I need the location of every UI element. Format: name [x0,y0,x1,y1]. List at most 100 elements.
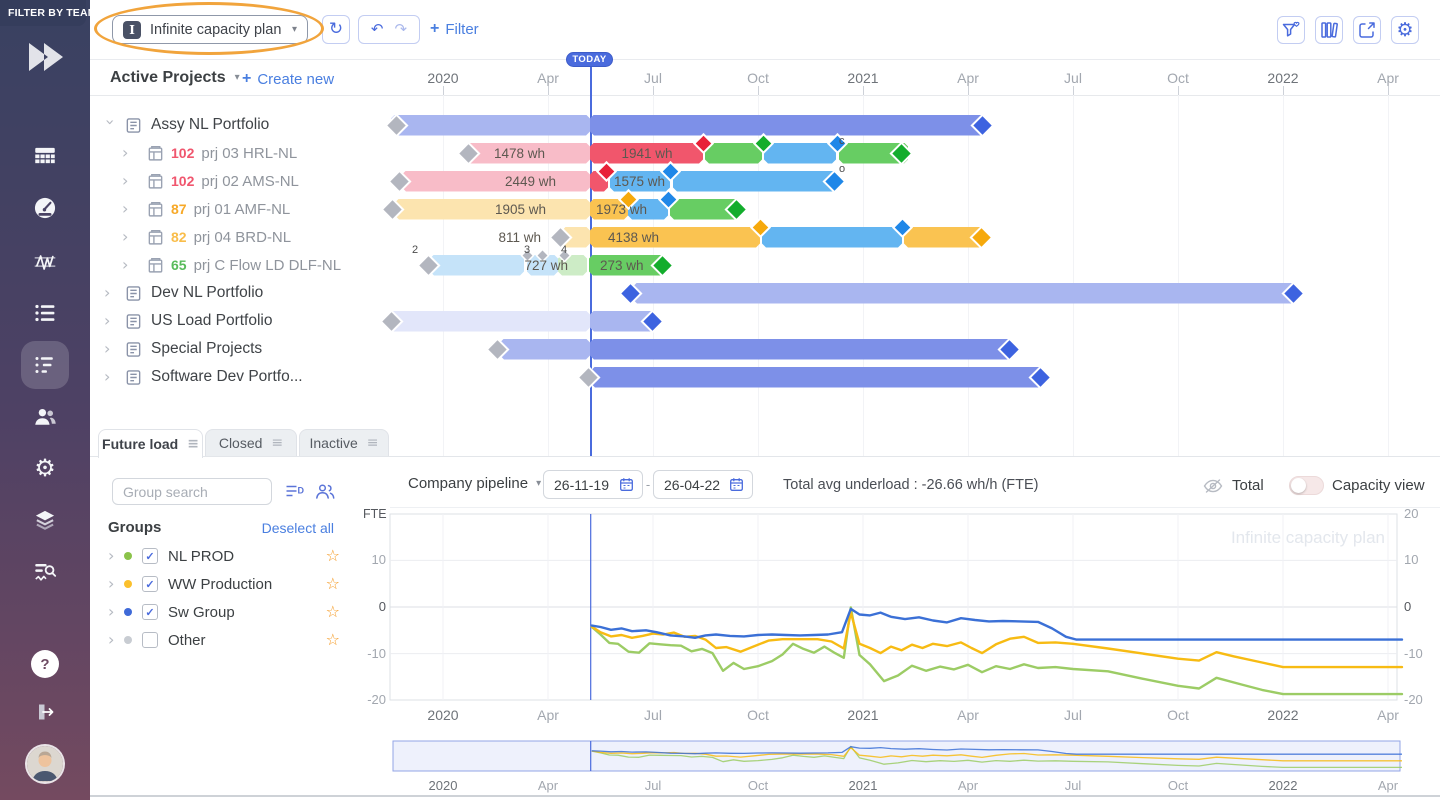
gantt-bar[interactable] [705,143,762,164]
capacity-view-toggle[interactable] [1289,476,1324,495]
gantt-bar[interactable] [762,227,902,248]
total-toggle[interactable]: Total [1203,477,1264,494]
group-row-nl-prod[interactable]: ›✓NL PROD☆ [108,544,340,568]
tree-row[interactable]: ›Assy NL Portfolio [96,112,269,138]
chevron-right-icon[interactable]: › [104,341,116,357]
chevron-right-icon[interactable]: › [104,285,116,301]
chevron-right-icon[interactable]: › [108,604,120,620]
sidebar-item-schedule[interactable] [21,132,69,180]
chevron-right-icon[interactable]: › [122,173,134,189]
deselect-all-link[interactable]: Deselect all [250,520,334,536]
help-button[interactable]: ? [31,650,59,678]
list-search-icon [32,559,58,585]
chevron-right-icon[interactable]: › [122,201,134,217]
reports-button[interactable] [1315,16,1343,44]
group-row-ww-production[interactable]: ›✓WW Production☆ [108,572,340,596]
gantt-bar[interactable] [590,115,985,136]
tick-mark [443,86,444,95]
create-new-button[interactable]: + Create new [242,70,334,88]
timeline-label: Apr [957,70,979,86]
group-row-sw-group[interactable]: ›✓Sw Group☆ [108,600,340,624]
favorite-star-icon[interactable]: ☆ [326,576,340,592]
gantt-bar[interactable] [764,143,836,164]
group-checkbox[interactable] [142,632,158,648]
app-logo[interactable] [19,36,71,83]
group-checkbox[interactable]: ✓ [142,604,158,620]
refresh-button[interactable]: ↻ [322,15,350,44]
tree-row[interactable]: ›65prj C Flow LD DLF-NL [96,252,341,278]
gantt-bar[interactable] [500,339,590,360]
project-name: prj 04 BRD-NL [194,229,292,246]
sort-by-department-icon[interactable]: D [285,483,304,505]
filter-favorites-button[interactable] [1277,16,1305,44]
favorite-star-icon[interactable]: ☆ [326,632,340,648]
chevron-right-icon[interactable]: › [108,632,120,648]
group-checkbox[interactable]: ✓ [142,548,158,564]
favorite-star-icon[interactable]: ☆ [326,548,340,564]
chevron-right-icon[interactable]: › [108,548,120,564]
tab-menu-icon[interactable]: ≡ [271,436,283,450]
tab-future-load[interactable]: Future load ≡ [98,429,203,458]
sidebar-item-task-list[interactable] [21,289,69,337]
settings-button[interactable]: ⚙ [1391,16,1419,44]
undo-icon[interactable]: ↶ [371,22,384,37]
project-name: Software Dev Portfo... [151,368,303,386]
chevron-right-icon[interactable]: › [122,145,134,161]
gantt-bar[interactable] [591,367,1043,388]
sidebar-item-settings[interactable]: ⚙ [21,444,69,492]
redo-icon[interactable]: ↷ [395,22,408,37]
tree-row[interactable]: ›Dev NL Portfolio [96,280,263,306]
tree-row[interactable]: ›87prj 01 AMF-NL [96,196,290,222]
bar-label: 1575 wh [614,173,724,190]
chevron-right-icon[interactable]: › [122,257,134,273]
tab-menu-icon[interactable]: ≡ [187,437,199,451]
gantt-bar[interactable] [389,311,590,332]
pipeline-selector-label: Company pipeline [408,475,528,492]
tree-row[interactable]: ›Special Projects [96,336,262,362]
chevron-right-icon[interactable]: › [108,576,120,592]
group-checkbox[interactable]: ✓ [142,576,158,592]
tree-row[interactable]: ›82prj 04 BRD-NL [96,224,291,250]
chevron-down-icon[interactable]: › [102,119,118,131]
logout-icon[interactable] [34,701,56,728]
plan-selector-button[interactable]: I Infinite capacity plan ▾ [112,15,308,44]
settings-icon: ⚙ [1396,21,1413,40]
user-avatar[interactable] [27,746,63,782]
tree-row[interactable]: ›US Load Portfolio [96,308,273,334]
export-button[interactable] [1353,16,1381,44]
tab-closed[interactable]: Closed ≡ [205,429,297,457]
date-to-input[interactable]: 26-04-22 [653,470,753,499]
sidebar-item-load-graph[interactable] [21,238,69,286]
pipeline-selector[interactable]: Company pipeline ▾ [408,475,541,492]
tick-mark [1283,86,1284,95]
favorite-star-icon[interactable]: ☆ [326,604,340,620]
sidebar-item-resources[interactable] [21,393,69,441]
tick-mark [548,86,549,95]
gantt-bar[interactable] [391,115,590,136]
sidebar-item-audit-search[interactable] [21,548,69,596]
tree-row[interactable]: ›102prj 03 HRL-NL [96,140,297,166]
gantt-bar[interactable] [633,283,1295,304]
project-icon [147,145,164,162]
chevron-right-icon[interactable]: › [104,369,116,385]
date-from-input[interactable]: 26-11-19 [543,470,643,499]
chevron-right-icon[interactable]: › [104,313,116,329]
tab-menu-icon[interactable]: ≡ [367,436,379,450]
tree-row[interactable]: › Software Dev Portfo... [96,364,303,390]
export-icon [1357,20,1377,40]
projects-view-selector[interactable]: Active Projects ▾ [110,69,240,87]
chevron-right-icon[interactable]: › [122,229,134,245]
sidebar-item-layers[interactable] [21,496,69,544]
sidebar-item-dashboard[interactable] [21,184,69,232]
today-badge[interactable]: TODAY [566,52,613,67]
tree-row[interactable]: ›102prj 02 AMS-NL [96,168,299,194]
sidebar-item-gantt-chart[interactable] [21,341,69,389]
bottom-edge [90,795,1440,797]
tab-inactive[interactable]: Inactive ≡ [299,429,389,457]
group-search-input[interactable] [112,478,272,505]
add-filter-button[interactable]: + Filter [430,20,479,38]
group-row-other[interactable]: ›Other☆ [108,628,340,652]
resource-groups-icon[interactable] [315,483,335,505]
gantt-bar[interactable] [590,339,1012,360]
create-new-label: Create new [257,71,334,88]
